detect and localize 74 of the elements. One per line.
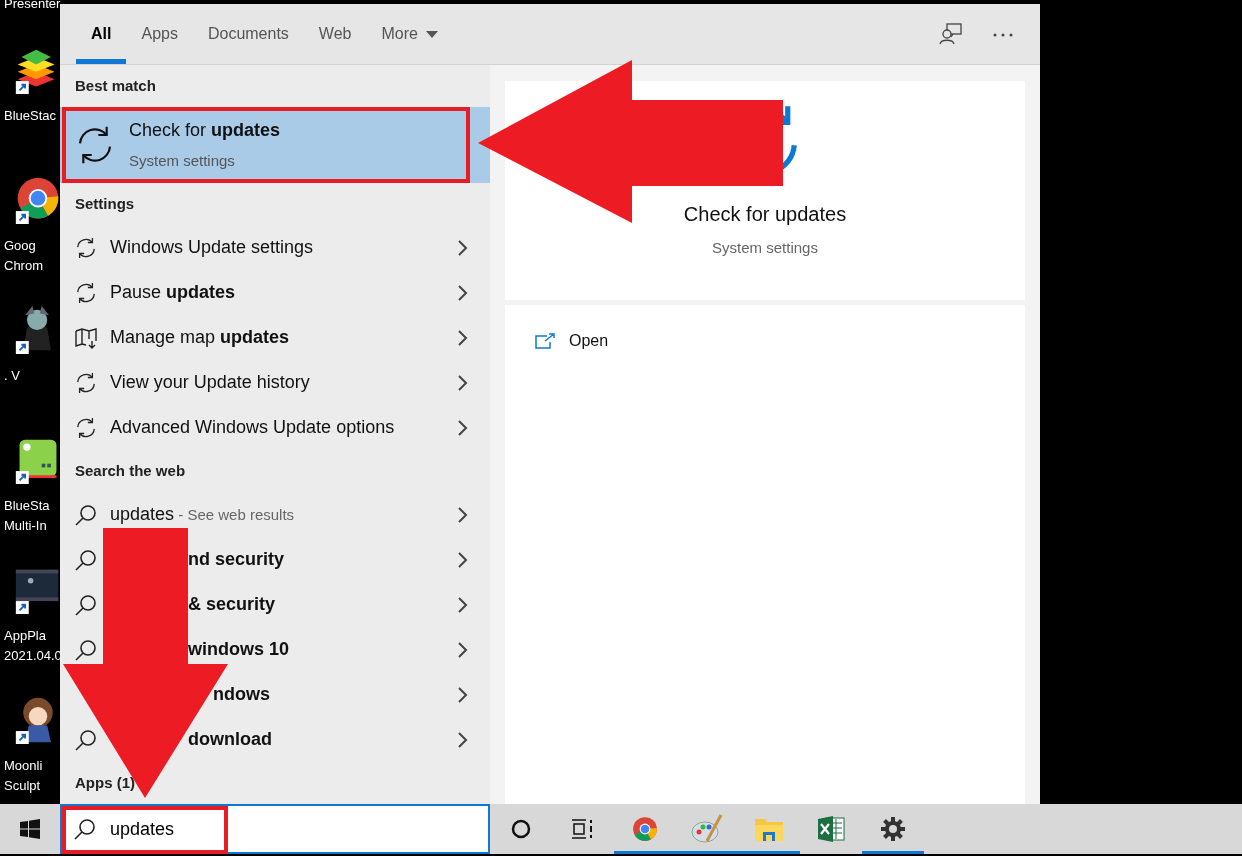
search-icon bbox=[75, 638, 97, 661]
result-item[interactable]: Check for updates System settings bbox=[60, 107, 490, 183]
result-item[interactable]: download bbox=[60, 717, 490, 762]
search-field[interactable]: updates bbox=[60, 804, 490, 854]
icon-label: BlueStac bbox=[4, 107, 58, 125]
result-title: Windows Update settings bbox=[110, 237, 314, 257]
result-title: nd security bbox=[188, 549, 285, 569]
open-link[interactable]: Open bbox=[535, 329, 609, 353]
caret-icon bbox=[425, 31, 438, 39]
result-item[interactable]: Advanced Windows Update options bbox=[60, 405, 490, 450]
result-item[interactable]: & security bbox=[60, 582, 490, 627]
chevron-icon bbox=[456, 685, 468, 704]
result-title: Check for updates bbox=[129, 119, 281, 143]
result-title: & security bbox=[188, 594, 276, 614]
result-title: Pause updates bbox=[110, 282, 236, 302]
tab[interactable]: More bbox=[366, 4, 453, 64]
result-title: windows 10 bbox=[188, 639, 290, 659]
tab[interactable]: Web bbox=[303, 4, 367, 64]
icon-label: AppPla bbox=[4, 627, 47, 645]
sync-icon bbox=[75, 416, 97, 439]
open-icon bbox=[535, 333, 555, 349]
sync-icon bbox=[75, 371, 97, 394]
icon-label: Moonli bbox=[4, 757, 44, 775]
result-title: updates bbox=[110, 504, 175, 524]
chevron-icon bbox=[456, 505, 468, 524]
sync-icon bbox=[75, 281, 97, 304]
result-title: Advanced Windows Update options bbox=[110, 417, 395, 437]
result-item[interactable]: Pause updates bbox=[60, 270, 490, 315]
result-title: View your Update history bbox=[110, 372, 310, 392]
tab[interactable]: All bbox=[76, 4, 127, 64]
chevron-icon bbox=[456, 373, 468, 392]
result-item[interactable]: windows 10 bbox=[60, 627, 490, 672]
result-subtitle: System settings bbox=[129, 151, 236, 172]
result-item[interactable]: Windows Update settings bbox=[60, 225, 490, 270]
section-heading: Search the web bbox=[74, 460, 187, 481]
search-icon bbox=[74, 818, 96, 840]
result-title: ndows bbox=[213, 684, 270, 704]
chevron-icon bbox=[456, 730, 468, 749]
chevron-icon bbox=[456, 328, 468, 347]
section-heading: Apps (1) bbox=[74, 772, 136, 793]
result-item[interactable]: updates - See web results bbox=[60, 492, 490, 537]
map-icon bbox=[75, 326, 97, 349]
start-icon bbox=[20, 819, 40, 839]
sync-icon bbox=[75, 236, 97, 259]
result-item[interactable]: ndows bbox=[60, 672, 490, 717]
tab[interactable]: Documents bbox=[192, 4, 304, 64]
icon-label: . V bbox=[4, 367, 21, 385]
preview-subtitle: System settings bbox=[712, 238, 818, 258]
result-item[interactable]: Manage map updates bbox=[60, 315, 490, 360]
chevron-icon bbox=[456, 640, 468, 659]
chevron-icon bbox=[456, 418, 468, 437]
result-note: - See web results bbox=[177, 506, 295, 523]
icon-label: BlueSta bbox=[4, 497, 51, 515]
preview-title: Check for updates bbox=[683, 202, 847, 227]
result-item[interactable]: View your Update history bbox=[60, 360, 490, 405]
chevron-icon bbox=[456, 238, 468, 257]
icon-label: Goog bbox=[4, 237, 37, 255]
search-icon bbox=[75, 548, 97, 571]
chevron-icon bbox=[456, 550, 468, 569]
icon-label: Multi-In bbox=[4, 517, 48, 535]
section-heading: Settings bbox=[74, 193, 136, 214]
result-item[interactable]: nd security bbox=[60, 537, 490, 582]
icon-label: Sculpt bbox=[4, 777, 42, 795]
icon-label: Chrom bbox=[4, 257, 44, 275]
search-icon bbox=[75, 728, 97, 751]
section-heading: Best match bbox=[74, 75, 157, 96]
icon-label: 2021.04.0 bbox=[4, 647, 62, 665]
search-icon bbox=[75, 503, 97, 526]
tab[interactable]: Apps bbox=[126, 4, 193, 64]
result-title: download bbox=[188, 729, 272, 749]
result-title: Manage map updates bbox=[110, 327, 290, 347]
chevron-icon bbox=[456, 283, 468, 302]
chevron-icon bbox=[456, 595, 468, 614]
search-icon bbox=[75, 593, 97, 616]
